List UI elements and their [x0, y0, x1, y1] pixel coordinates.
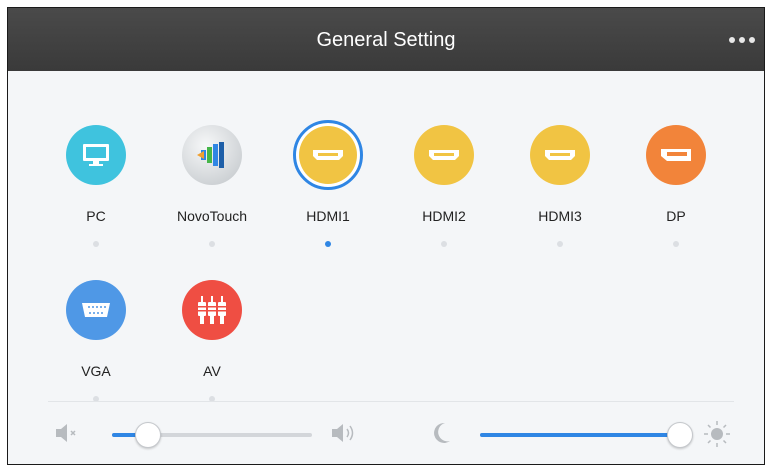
source-indicator	[673, 241, 679, 247]
source-dp[interactable]: DP	[626, 118, 726, 248]
general-setting-panel: General Setting PC NovoTouch HDMI1 HDMI2…	[7, 7, 765, 465]
source-hdmi3[interactable]: HDMI3	[510, 118, 610, 248]
moon-icon[interactable]	[428, 420, 454, 446]
displayport-icon	[646, 125, 706, 185]
source-novotouch[interactable]: NovoTouch	[162, 118, 262, 248]
speaker-mute-icon[interactable]	[54, 422, 80, 444]
sun-icon[interactable]	[702, 420, 732, 448]
source-indicator	[441, 241, 447, 247]
source-vga[interactable]: VGA	[46, 273, 146, 403]
brightness-slider[interactable]	[480, 422, 693, 448]
vga-icon	[66, 280, 126, 340]
monitor-icon	[66, 125, 126, 185]
source-label: NovoTouch	[176, 208, 248, 224]
hdmi-icon	[530, 125, 590, 185]
source-pc[interactable]: PC	[46, 118, 146, 248]
brightness-slider-knob[interactable]	[667, 422, 693, 448]
source-label: HDMI3	[538, 208, 582, 224]
av-rca-icon	[182, 280, 242, 340]
source-label: VGA	[81, 363, 111, 379]
more-dots-icon[interactable]	[726, 30, 758, 50]
source-label: AV	[203, 363, 221, 379]
speaker-loud-icon[interactable]	[330, 422, 360, 444]
source-indicator	[209, 241, 215, 247]
title-bar: General Setting	[8, 8, 764, 71]
source-label: PC	[86, 208, 106, 224]
source-label: HDMI2	[422, 208, 466, 224]
source-av[interactable]: AV	[162, 273, 262, 403]
divider	[48, 401, 734, 402]
volume-slider-knob[interactable]	[135, 422, 161, 448]
novotouch-icon	[182, 125, 242, 185]
source-label: HDMI1	[306, 208, 350, 224]
hdmi-icon	[293, 120, 363, 190]
source-indicator-active	[325, 241, 331, 247]
brightness-slider-fill	[480, 433, 680, 437]
volume-slider[interactable]	[112, 422, 312, 448]
source-hdmi2[interactable]: HDMI2	[394, 118, 494, 248]
page-title: General Setting	[316, 29, 456, 51]
hdmi-icon	[414, 125, 474, 185]
source-hdmi1[interactable]: HDMI1	[278, 118, 378, 248]
source-label: DP	[666, 208, 686, 224]
source-indicator	[93, 241, 99, 247]
source-indicator	[557, 241, 563, 247]
